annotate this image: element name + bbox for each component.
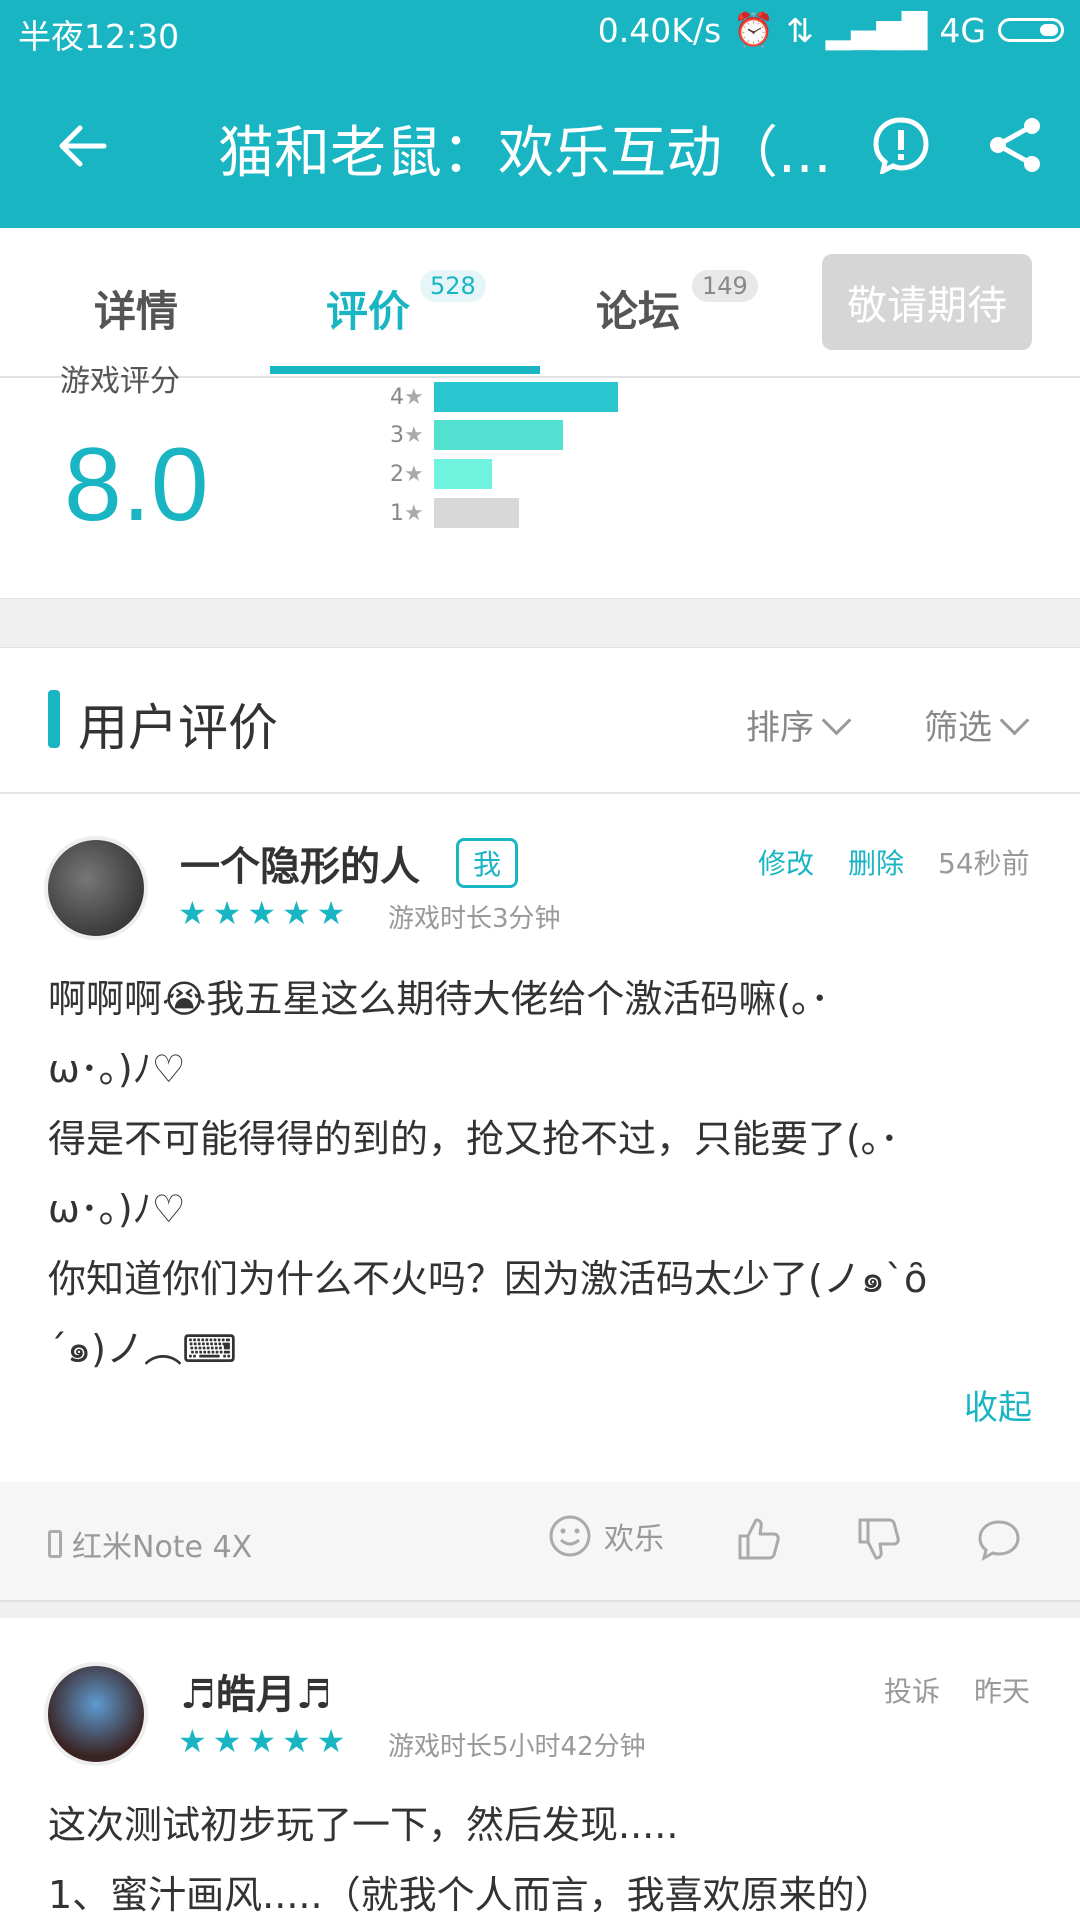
- rating-label: 游戏评分: [60, 364, 180, 399]
- me-badge: 我: [456, 838, 518, 888]
- rating-summary: 游戏评分 8.0 4 ★ 3 ★ 2 ★ 1 ★: [0, 364, 1080, 598]
- alarm-icon: ⏰: [733, 10, 775, 49]
- smiley-icon: [549, 1515, 591, 1557]
- rating-bar-stars: 3: [390, 422, 404, 448]
- play-time: 游戏时长5小时42分钟: [388, 1732, 646, 1762]
- play-time: 游戏时长3分钟: [388, 904, 561, 934]
- reviews-count-badge: 528: [420, 270, 486, 302]
- mood-tag[interactable]: 欢乐: [548, 1514, 664, 1558]
- back-arrow-icon[interactable]: [54, 118, 110, 174]
- rating-score: 8.0: [64, 427, 209, 543]
- review-text: 啊啊啊😭我五星这么期待大佬给个激活码嘛(｡･ ω･｡)ﾉ♡ 得是不可能得得的到的…: [48, 977, 928, 1371]
- thumbs-down-icon[interactable]: [856, 1516, 902, 1562]
- rating-bar-row: 2 ★: [378, 459, 492, 489]
- active-tab-indicator: [270, 366, 540, 374]
- phone-icon: [48, 1530, 62, 1558]
- review-time: 54秒前: [938, 847, 1030, 880]
- filter-label: 筛选: [924, 708, 992, 748]
- battery-icon: [998, 18, 1064, 42]
- network-speed: 0.40K/s: [597, 10, 722, 50]
- rating-bar-fill: [434, 498, 519, 528]
- review-footer: 红米Note 4X 欢乐: [0, 1482, 1080, 1602]
- filter-dropdown[interactable]: 筛选: [924, 700, 1030, 749]
- rating-bar-stars: 1: [390, 500, 404, 526]
- section-title: 用户评价: [78, 699, 278, 757]
- user-reviews-header: 用户评价 排序 筛选: [0, 648, 1080, 794]
- rating-bar-fill: [434, 459, 492, 489]
- rating-bar-fill: [434, 382, 618, 412]
- device-name: 红米Note 4X: [72, 1530, 253, 1565]
- star-icon: ★: [404, 422, 424, 448]
- tab-forum[interactable]: 论坛 149: [596, 270, 758, 339]
- tab-reviews-label: 评价: [326, 287, 411, 336]
- delete-link[interactable]: 删除: [848, 842, 904, 882]
- report-alert-icon[interactable]: [872, 116, 930, 174]
- rating-bar-row: 3 ★: [378, 420, 563, 450]
- status-time: 半夜12:30: [18, 17, 180, 56]
- app-bar: 猫和老鼠：欢乐互动（...: [0, 62, 1080, 228]
- data-transfer-icon: ⇅: [786, 10, 814, 50]
- report-link[interactable]: 投诉: [884, 1670, 940, 1710]
- review-stars: ★★★★★: [178, 894, 352, 932]
- share-icon[interactable]: [986, 116, 1044, 174]
- thumbs-up-icon[interactable]: [736, 1516, 782, 1562]
- chevron-down-icon: [821, 705, 852, 736]
- edit-link[interactable]: 修改: [758, 842, 814, 882]
- review-stars: ★★★★★: [178, 1722, 352, 1760]
- sort-label: 排序: [746, 708, 814, 748]
- avatar[interactable]: [44, 1662, 148, 1766]
- rating-bar-fill: [434, 420, 563, 450]
- signal-icon: ▂▄▆█: [825, 10, 928, 50]
- section-divider: [0, 598, 1080, 648]
- page-title: 猫和老鼠：欢乐互动（...: [218, 121, 832, 186]
- collapse-link[interactable]: 收起: [964, 1380, 1032, 1429]
- sort-dropdown[interactable]: 排序: [746, 700, 852, 749]
- star-icon: ★: [404, 384, 424, 410]
- mood-label: 欢乐: [604, 1522, 664, 1557]
- forum-count-badge: 149: [692, 270, 758, 302]
- tab-details[interactable]: 详情: [94, 278, 178, 339]
- tab-details-label: 详情: [94, 287, 179, 336]
- section-accent-bar: [48, 690, 60, 748]
- comment-icon[interactable]: [976, 1516, 1022, 1562]
- device-info: 红米Note 4X: [48, 1522, 252, 1566]
- review-time: 昨天: [974, 1675, 1031, 1708]
- review-text: 这次测试初步玩了一下，然后发现..... 1、蜜汁画风.....（就我个人而言，…: [48, 1803, 893, 1917]
- tab-forum-label: 论坛: [596, 287, 681, 336]
- rating-bar-stars: 2: [390, 461, 404, 487]
- status-bar: 半夜12:30 0.40K/s ⏰ ⇅ ▂▄▆█ 4G: [0, 0, 1080, 62]
- status-right: 0.40K/s ⏰ ⇅ ▂▄▆█ 4G: [598, 10, 1064, 50]
- tab-reviews[interactable]: 评价 528: [326, 270, 486, 339]
- reviewer-name[interactable]: ♬皓月♬: [180, 1662, 332, 1720]
- review-separator: [0, 1602, 1080, 1618]
- avatar[interactable]: [44, 836, 148, 940]
- rating-bar-stars: 4: [390, 384, 404, 410]
- coming-soon-button[interactable]: 敬请期待: [822, 254, 1032, 350]
- network-type: 4G: [939, 10, 986, 50]
- star-icon: ★: [404, 500, 424, 526]
- rating-bar-row: 4 ★: [378, 382, 618, 412]
- rating-bar-row: 1 ★: [378, 498, 519, 528]
- star-icon: ★: [404, 461, 424, 487]
- reviewer-name[interactable]: 一个隐形的人: [180, 834, 420, 892]
- chevron-down-icon: [999, 705, 1030, 736]
